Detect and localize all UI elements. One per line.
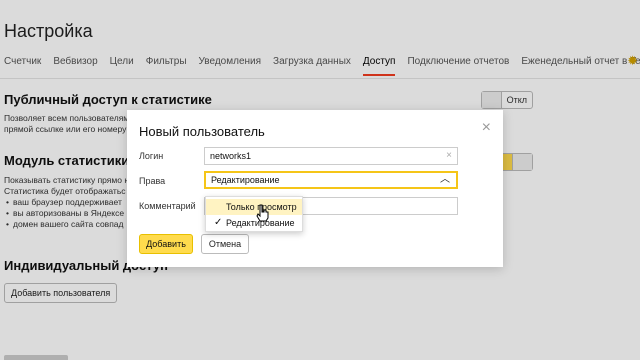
comment-label: Комментарий — [139, 201, 196, 211]
login-field[interactable]: networks1 × — [204, 147, 458, 165]
check-icon: ✓ — [214, 217, 223, 228]
hand-cursor-icon — [256, 204, 269, 222]
login-value: networks1 — [210, 151, 252, 161]
dialog-title: Новый пользователь — [139, 124, 265, 139]
rights-select[interactable]: Редактирование ︿ — [204, 171, 458, 189]
rights-dropdown: Только просмотр ✓ Редактирование — [205, 196, 303, 232]
option-edit[interactable]: ✓ Редактирование — [206, 215, 302, 231]
rights-label: Права — [139, 176, 166, 186]
close-icon[interactable]: × — [482, 120, 491, 136]
new-user-dialog: Новый пользователь × Логин networks1 × П… — [127, 110, 503, 267]
add-button[interactable]: Добавить — [139, 234, 193, 254]
chevron-up-icon: ︿ — [440, 174, 450, 185]
cancel-button[interactable]: Отмена — [201, 234, 249, 254]
login-label: Логин — [139, 151, 164, 161]
rights-value: Редактирование — [211, 175, 280, 185]
option-view-only[interactable]: Только просмотр — [206, 199, 302, 215]
clear-icon[interactable]: × — [446, 148, 452, 164]
